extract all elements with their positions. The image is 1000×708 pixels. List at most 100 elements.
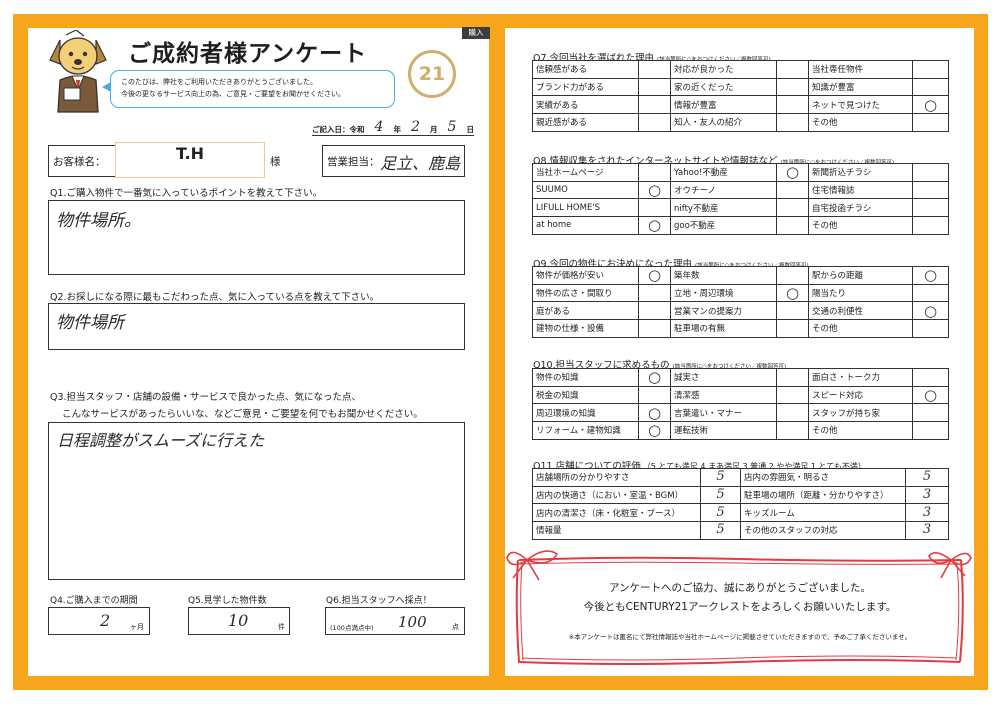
q8-option-label: nifty不動産 — [670, 198, 777, 218]
q7-option-label: 親近感がある — [532, 113, 639, 132]
dog-mascot-icon — [49, 30, 107, 113]
q10-option-check[interactable] — [776, 385, 809, 405]
q11-option-score[interactable]: 3 — [905, 503, 949, 523]
q9-option-check[interactable]: ○ — [912, 266, 949, 285]
q7-row: 実績がある 情報が豊富 ネットで見つけた ○ — [532, 95, 949, 115]
q9-option-check[interactable] — [638, 301, 671, 321]
q8-option-label: 住宅情報誌 — [808, 180, 913, 200]
q8-option-check[interactable] — [912, 163, 949, 182]
q8-option-check[interactable]: ○ — [638, 216, 671, 235]
q10-option-check[interactable]: ○ — [638, 421, 671, 440]
q7-option-check[interactable] — [912, 77, 949, 97]
q10-option-label: スピード対応 — [808, 385, 913, 405]
q8-option-check[interactable] — [912, 216, 949, 235]
q7-option-check[interactable] — [776, 60, 809, 79]
q7-option-check[interactable] — [776, 95, 809, 115]
q5-question: Q5.見学した物件数 — [188, 596, 267, 606]
q10-option-label: リフォーム・建物知識 — [532, 421, 639, 440]
q1-answer: 物件場所。 — [56, 211, 141, 231]
sales-staff-field[interactable]: 足立、鹿島 — [380, 150, 460, 174]
q7-option-check[interactable] — [638, 60, 671, 79]
q11-option-score[interactable]: 5 — [700, 521, 741, 540]
q10-option-check[interactable] — [912, 368, 949, 387]
q9-option-label: 営業マンの提案力 — [670, 301, 777, 321]
century21-logo: 21 — [408, 50, 456, 98]
date-day-unit: 日 — [466, 125, 474, 134]
q10-option-check[interactable] — [776, 403, 809, 423]
q8-row: at home ○ goo不動産 その他 — [532, 216, 949, 235]
q11-option-score[interactable]: 5 — [700, 503, 741, 523]
q11-option-score[interactable]: 5 — [700, 485, 741, 505]
q9-option-check[interactable] — [776, 319, 809, 338]
q10-option-check[interactable] — [776, 421, 809, 440]
q4-unit: ヶ月 — [130, 623, 144, 631]
q10-option-label: 周辺環境の知識 — [532, 403, 639, 423]
q8-option-check[interactable] — [776, 198, 809, 218]
q10-option-check[interactable]: ○ — [638, 368, 671, 387]
customer-name-field[interactable]: T.H — [115, 142, 265, 178]
q9-option-check[interactable] — [638, 283, 671, 303]
q6-question: Q6.担当スタッフへ採点！ — [326, 596, 432, 606]
q8-option-check[interactable]: ○ — [776, 163, 809, 182]
date-day[interactable]: 5 — [448, 119, 457, 135]
q7-option-check[interactable] — [912, 60, 949, 79]
q11-option-score[interactable]: 5 — [700, 468, 741, 487]
q8-option-check[interactable] — [638, 163, 671, 182]
q9-option-check[interactable] — [638, 319, 671, 338]
q10-option-check[interactable] — [638, 385, 671, 405]
q10-option-check[interactable]: ○ — [912, 385, 949, 405]
q11-row: 店舗場所の分かりやすさ 5 店内の雰囲気・明るさ 5 — [532, 468, 949, 487]
q7-option-check[interactable] — [638, 77, 671, 97]
q8-table: 当社ホームページ Yahoo!不動産 ○ 新聞折込チラシ SUUMO ○ オウチーノ 住宅情報… — [532, 163, 949, 235]
q10-option-check[interactable] — [912, 421, 949, 440]
q11-option-score[interactable]: 5 — [905, 468, 949, 487]
q8-option-check[interactable] — [776, 216, 809, 235]
q10-row: 税金の知識 清潔感 スピード対応 ○ — [532, 385, 949, 405]
q10-option-check[interactable] — [912, 403, 949, 423]
q11-option-label: 店舗場所の分かりやすさ — [532, 468, 701, 487]
q8-row: 当社ホームページ Yahoo!不動産 ○ 新聞折込チラシ — [532, 163, 949, 182]
date-year[interactable]: 4 — [375, 119, 384, 135]
q9-option-check[interactable] — [912, 319, 949, 338]
q10-row: 物件の知識 ○ 誠実さ 面白さ・トーク力 — [532, 368, 949, 387]
q10-option-check[interactable]: ○ — [638, 403, 671, 423]
q7-option-check[interactable] — [638, 113, 671, 132]
q10-row: 周辺環境の知識 ○ 言葉遣い・マナー スタッフが持ち家 — [532, 403, 949, 423]
q8-option-label: 新聞折込チラシ — [808, 163, 913, 182]
page-title: ご成約者様アンケート — [128, 41, 368, 67]
sales-staff-label: 営業担当： — [327, 156, 380, 168]
q8-option-check[interactable] — [776, 180, 809, 200]
q8-option-label: その他 — [808, 216, 913, 235]
q9-option-check[interactable]: ○ — [912, 301, 949, 321]
q8-option-check[interactable] — [638, 198, 671, 218]
q7-option-check[interactable] — [638, 95, 671, 115]
q6-unit: 点 — [452, 623, 459, 631]
q6-note: (100点満点中) — [330, 624, 374, 632]
q7-table: 信頼感がある 対応が良かった 当社専任物件 ブランド力がある 家の近くだった 知識が豊富実… — [532, 60, 949, 132]
purchase-tab: 購入 — [462, 27, 490, 39]
q7-option-check[interactable] — [912, 113, 949, 132]
q8-option-check[interactable] — [912, 180, 949, 200]
q11-option-score[interactable]: 3 — [905, 485, 949, 505]
q1-question: Q1.ご購入物件で一番気に入っているポイントを教えて下さい。 — [50, 188, 323, 199]
q7-option-check[interactable] — [776, 77, 809, 97]
q9-option-check[interactable] — [776, 301, 809, 321]
q7-option-label: ネットで見つけた — [808, 95, 913, 115]
date-month-unit: 月 — [429, 125, 438, 134]
q8-row: LIFULL HOME'S nifty不動産 自宅投函チラシ — [532, 198, 949, 218]
q9-option-label: 建物の仕様・設備 — [532, 319, 639, 338]
q9-option-check[interactable] — [912, 283, 949, 303]
q7-option-check[interactable] — [776, 113, 809, 132]
q8-option-check[interactable]: ○ — [638, 180, 671, 200]
date-month[interactable]: 2 — [411, 119, 420, 135]
q11-option-label: 店内の清潔さ（床・化粧室・ブース） — [532, 503, 701, 523]
q10-option-check[interactable] — [776, 368, 809, 387]
q9-option-check[interactable]: ○ — [638, 266, 671, 285]
q11-option-score[interactable]: 3 — [905, 521, 949, 540]
q9-option-check[interactable] — [776, 266, 809, 285]
q9-option-check[interactable]: ○ — [776, 283, 809, 303]
q8-option-label: 当社ホームページ — [532, 163, 639, 182]
q7-option-check[interactable]: ○ — [912, 95, 949, 115]
q7-row: 信頼感がある 対応が良かった 当社専任物件 — [532, 60, 949, 79]
q8-option-check[interactable] — [912, 198, 949, 218]
